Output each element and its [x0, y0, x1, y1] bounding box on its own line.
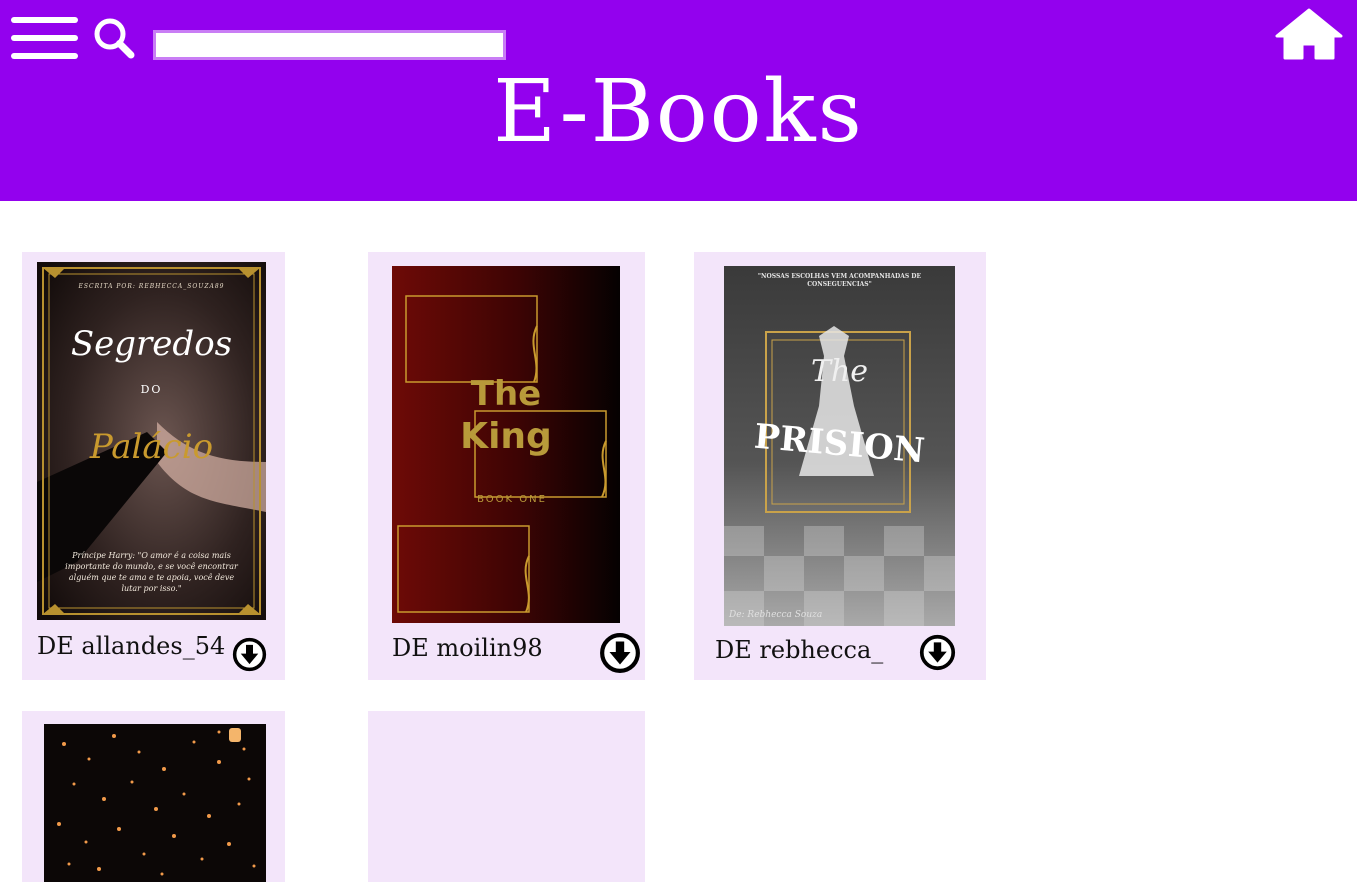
- download-icon[interactable]: [919, 634, 956, 671]
- cover-title-line3: Palácio: [89, 427, 214, 467]
- home-icon[interactable]: [1275, 8, 1343, 60]
- page-title: E-Books: [493, 62, 864, 162]
- search-icon[interactable]: [93, 17, 135, 59]
- cover-title-line1: Segredos: [70, 324, 233, 364]
- cover-subtitle: BOOK ONE: [477, 494, 547, 505]
- cover-title-line1: The: [470, 374, 542, 414]
- cover-tagline: "NOSSAS ESCOLHAS VEM ACOMPANHADAS DE CON…: [757, 273, 922, 288]
- book-card: ESCRITA POR: REBHECCA_SOUZA89 Segredos D…: [22, 252, 285, 680]
- book-card: The King BOOK ONE DE moilin98: [368, 252, 645, 680]
- book-author: DE moilin98: [392, 634, 543, 662]
- hamburger-menu-icon[interactable]: [11, 17, 78, 60]
- download-icon[interactable]: [232, 637, 267, 672]
- cover-title-line2: King: [460, 416, 552, 457]
- cover-title-line2: DO: [140, 383, 163, 396]
- book-author: DE allandes_54: [37, 632, 226, 660]
- book-card: "NOSSAS ESCOLHAS VEM ACOMPANHADAS DE CON…: [694, 252, 986, 680]
- book-cover-the-prision[interactable]: "NOSSAS ESCOLHAS VEM ACOMPANHADAS DE CON…: [724, 266, 955, 626]
- search-input[interactable]: [153, 30, 506, 60]
- book-card: [368, 711, 645, 882]
- download-icon[interactable]: [599, 632, 641, 674]
- book-cover-lanterns[interactable]: [44, 724, 266, 882]
- book-author: DE rebhecca_: [715, 636, 884, 664]
- header-bar: E-Books: [0, 0, 1357, 201]
- cover-title-line1: The: [810, 354, 869, 389]
- book-card: [22, 711, 285, 882]
- book-cover-segredos[interactable]: ESCRITA POR: REBHECCA_SOUZA89 Segredos D…: [37, 262, 266, 620]
- cover-signature: De: Rebhecca Souza: [729, 610, 823, 620]
- book-cover-the-king[interactable]: The King BOOK ONE: [392, 266, 620, 623]
- cover-byline: ESCRITA POR: REBHECCA_SOUZA89: [78, 283, 225, 290]
- cover-quote: Príncipe Harry: "O amor é a coisa mais i…: [65, 551, 238, 593]
